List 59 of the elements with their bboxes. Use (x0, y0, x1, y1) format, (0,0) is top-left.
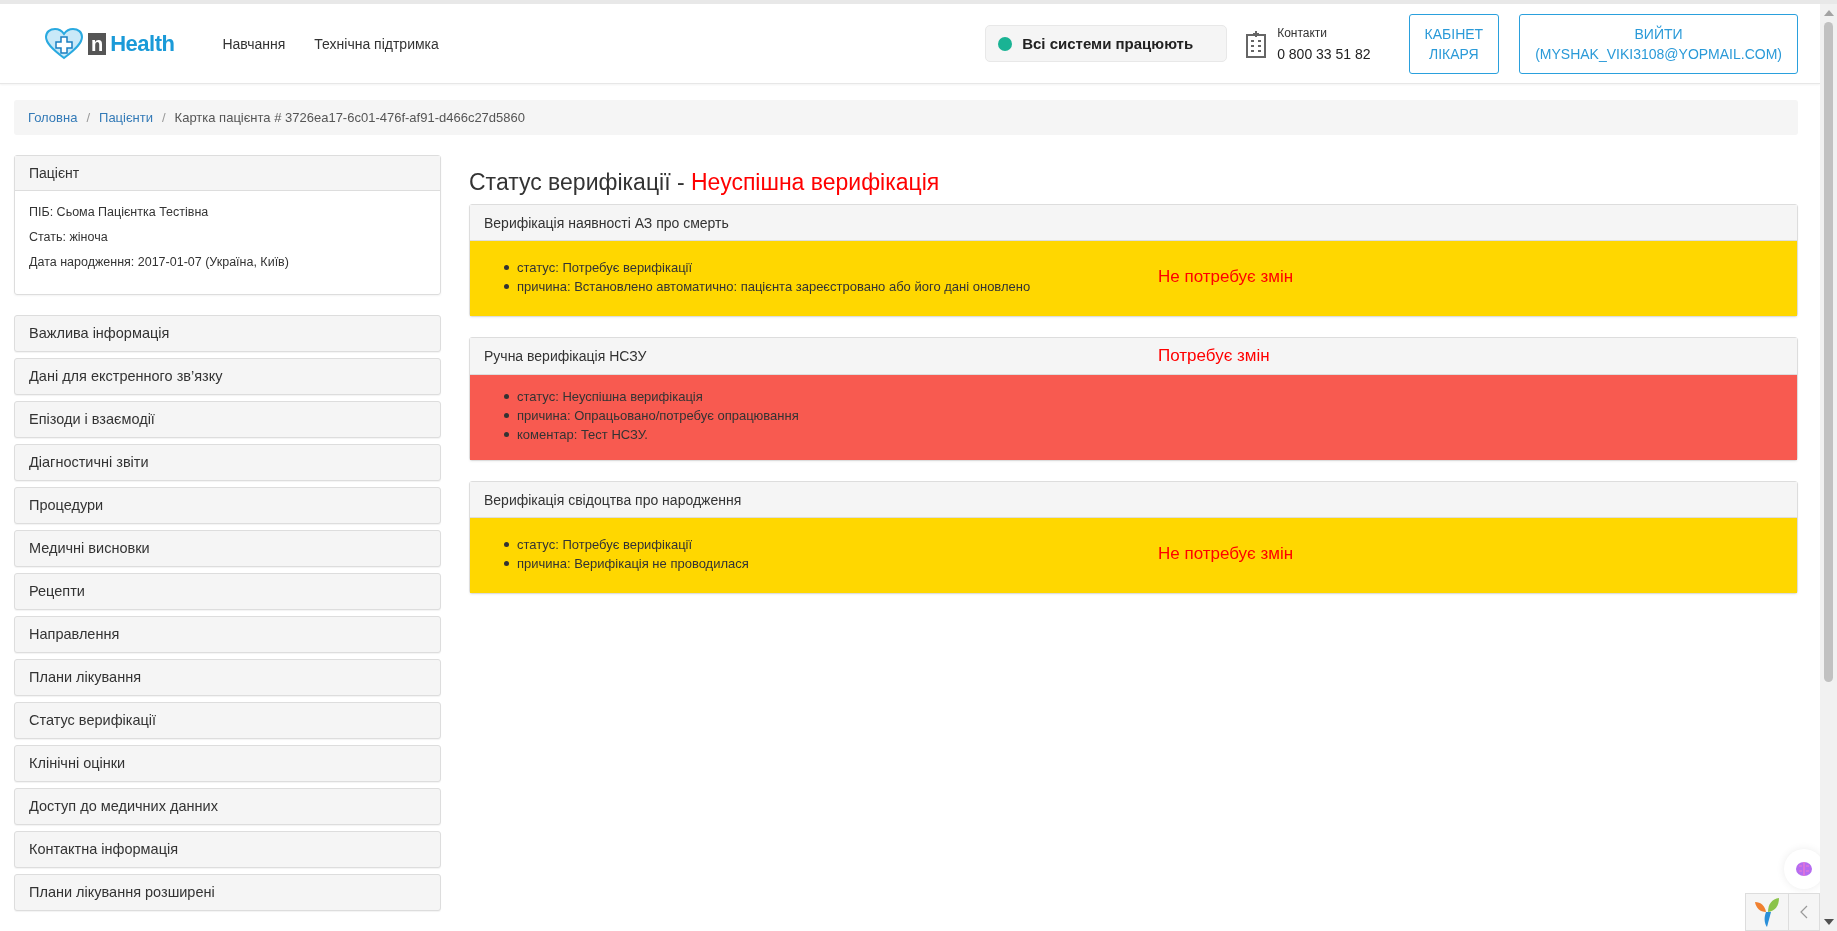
nav-link[interactable]: Технічна підтримка (314, 35, 439, 52)
brain-icon (1795, 861, 1813, 877)
status-detail: причина: Верифікація не проводилася (517, 554, 749, 573)
chevron-left-icon (1800, 905, 1808, 919)
patient-field: Дата народження: 2017-01-07 (Україна, Київ) (29, 255, 426, 269)
menu-item[interactable]: Процедури (14, 487, 441, 524)
annotation-note: Не потребує змін (1158, 266, 1295, 287)
patient-card-title: Пацієнт (15, 156, 440, 191)
panel-title: Ручна верифікація НСЗУ (484, 348, 648, 364)
logo[interactable]: n Health (44, 27, 175, 60)
panel-title: Верифікація наявності АЗ про смерть (484, 214, 730, 231)
breadcrumb-separator: / (86, 110, 91, 125)
annotation-note: Потребує змін (1158, 346, 1271, 366)
scrollbar[interactable] (1820, 4, 1837, 931)
phone-number: 0 800 33 51 82 (1277, 45, 1371, 62)
menu-item[interactable]: Направлення (14, 616, 441, 653)
status-detail: статус: Потребує верифікації (517, 258, 693, 277)
verification-status: Неуспішна верифікація (691, 169, 940, 195)
building-icon (1245, 29, 1268, 58)
patient-field: Стать: жіноча (29, 230, 426, 244)
breadcrumb-link[interactable]: Головна (28, 110, 78, 125)
menu-item[interactable]: Контактна інформація (14, 831, 441, 868)
patient-field: ПІБ: Сьома Пацієнтка Тестівна (29, 205, 426, 219)
menu-item[interactable]: Клінічні оцінки (14, 745, 441, 782)
nav-link[interactable]: Навчання (222, 35, 286, 52)
bullet-icon (504, 264, 509, 270)
leaf-logo-icon (1753, 896, 1781, 928)
menu-item[interactable]: Епізоди і взаємодії (14, 401, 441, 438)
panel-title: Верифікація свідоцтва про народження (484, 491, 743, 508)
bullet-icon (504, 413, 509, 418)
menu-item[interactable]: Діагностичні звіти (14, 444, 441, 481)
breadcrumb-link[interactable]: Пацієнти (99, 110, 153, 125)
contacts-label: Контакти (1277, 25, 1329, 40)
breadcrumb-current: Картка пацієнта # 3726ea17-6c01-476f-af91-d466c27d5860 (174, 110, 525, 125)
menu-item[interactable]: Дані для екстренного зв’язку (14, 358, 441, 395)
status-detail: статус: Неуспішна верифікація (517, 388, 703, 406)
menu-item[interactable]: Важлива інформація (14, 315, 441, 352)
bullet-icon (504, 560, 509, 566)
heart-logo-icon (44, 27, 84, 60)
menu-item[interactable]: Медичні висновки (14, 530, 441, 567)
bullet-icon (504, 394, 509, 399)
debug-toolbar-button[interactable] (1745, 893, 1789, 931)
page-title: Статус верифікації - (469, 169, 686, 195)
status-detail: статус: Потребує верифікації (517, 535, 693, 554)
menu-item[interactable]: Доступ до медичних данних (14, 788, 441, 825)
status-detail: причина: Опрацьовано/потребує опрацювання (517, 407, 799, 425)
status-detail: коментар: Тест НСЗУ. (517, 426, 648, 444)
annotation-note: Не потребує змін (1158, 543, 1295, 564)
breadcrumb-separator: / (161, 110, 166, 125)
status-text: Всі системи працюють (1022, 35, 1194, 52)
bullet-icon (504, 283, 509, 289)
menu-item[interactable]: Статус верифікації (14, 702, 441, 739)
bullet-icon (504, 541, 509, 547)
menu-item[interactable]: Плани лікування (14, 659, 441, 696)
assistant-button[interactable] (1784, 849, 1820, 889)
menu-item[interactable]: Плани лікування розширені (14, 874, 441, 911)
bullet-icon (504, 432, 509, 437)
status-detail: причина: Встановлено автоматично: пацієнта зареєстровано або його дані оновлено (517, 277, 1031, 296)
menu-item[interactable]: Рецепти (14, 573, 441, 610)
